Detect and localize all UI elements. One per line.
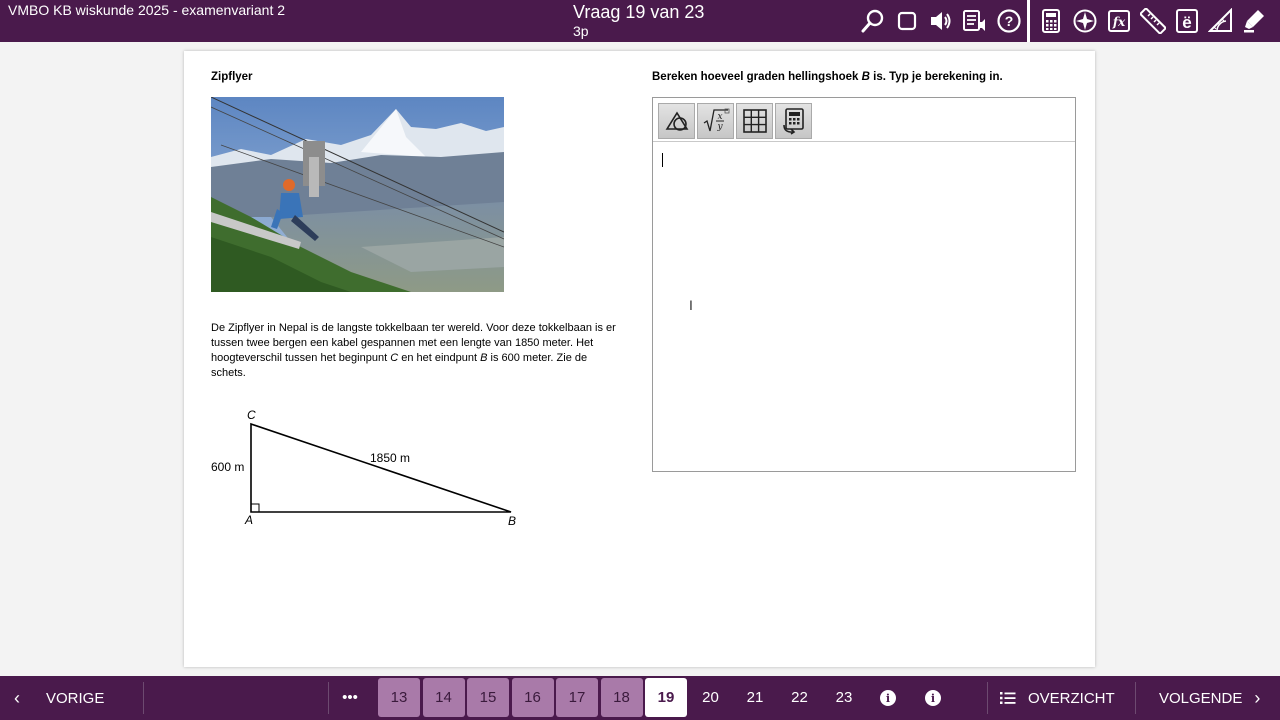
editor-toolbar: xy: [653, 98, 1075, 142]
overview-button[interactable]: OVERZICHT: [1000, 676, 1115, 720]
label-c: C: [247, 408, 256, 422]
list-icon: [1000, 692, 1016, 704]
question-pill-13[interactable]: 13: [378, 678, 420, 717]
context-title: Zipflyer: [211, 71, 253, 83]
triangle-shape: [250, 422, 512, 513]
question-pill-17[interactable]: 17: [556, 678, 598, 717]
previous-label: VORIGE: [46, 689, 105, 707]
point-c-ref: C: [390, 352, 399, 364]
chevron-right-icon: ›: [1254, 687, 1261, 708]
answer-editor: xy I: [652, 97, 1076, 472]
nav-divider: [1135, 682, 1136, 714]
svg-text:fx: fx: [1112, 15, 1126, 29]
calculator-paste-icon[interactable]: [775, 103, 812, 139]
next-label: VOLGENDE: [1159, 689, 1243, 707]
svg-text:ë: ë: [1182, 13, 1191, 32]
question-pill-20[interactable]: 20: [690, 678, 732, 717]
speaker-icon[interactable]: [924, 4, 958, 38]
info-icon[interactable]: i: [925, 690, 941, 706]
top-bar: VMBO KB wiskunde 2025 - examenvariant 2 …: [0, 0, 1280, 42]
overview-label: OVERZICHT: [1028, 689, 1115, 707]
side-ac-length: 600 m: [211, 460, 245, 474]
next-button[interactable]: VOLGENDE ›: [1159, 676, 1260, 720]
compass-icon[interactable]: [1068, 4, 1102, 38]
question-pill-18[interactable]: 18: [600, 678, 643, 717]
right-angle-marker: [250, 503, 260, 513]
bottom-nav: ‹ VORIGE ••• 13 14 15 16 17 18 19 20 21 22 23 i i …: [0, 676, 1280, 720]
character-icon[interactable]: ë: [1170, 4, 1204, 38]
question-pill-23[interactable]: 23: [823, 678, 865, 717]
question-text-part: is. Typ je berekening in.: [869, 71, 1003, 83]
stop-icon[interactable]: [890, 4, 924, 38]
text-caret: [662, 153, 663, 167]
triangle-sketch: C A B 600 m 1850 m: [208, 406, 528, 531]
chevron-left-icon: ‹: [14, 687, 20, 708]
help-icon[interactable]: ?: [992, 4, 1026, 38]
previous-button[interactable]: ‹ VORIGE: [14, 676, 104, 720]
question-title: Vraag 19 van 23: [573, 2, 705, 22]
toolbar-right: fx ë: [1034, 0, 1272, 42]
label-a: A: [245, 513, 254, 527]
exam-title: VMBO KB wiskunde 2025 - examenvariant 2: [8, 2, 286, 18]
context-text: De Zipflyer in Nepal is de langste tokke…: [211, 321, 621, 381]
search-icon[interactable]: [856, 4, 890, 38]
question-text: Bereken hoeveel graden hellingshoek B is…: [652, 71, 1003, 83]
svg-text:?: ?: [1005, 13, 1014, 29]
toolbar-left: ?: [856, 0, 1026, 42]
nav-divider: [143, 682, 144, 714]
answer-input[interactable]: [653, 143, 1075, 471]
ruler-icon[interactable]: [1136, 4, 1170, 38]
question-pill-21[interactable]: 21: [734, 678, 776, 717]
nav-divider: [987, 682, 988, 714]
question-pill-19[interactable]: 19: [645, 678, 687, 717]
highlighter-icon[interactable]: [1238, 4, 1272, 38]
label-b: B: [508, 514, 517, 528]
table-icon[interactable]: [736, 103, 773, 139]
question-pill-22[interactable]: 22: [779, 678, 821, 717]
protractor-icon[interactable]: [1204, 4, 1238, 38]
side-cb-length: 1850 m: [370, 451, 411, 465]
context-text-part: en het eindpunt: [398, 352, 481, 364]
geometry-icon[interactable]: [658, 103, 695, 139]
question-pill-15[interactable]: 15: [467, 678, 509, 717]
formula-editor-icon[interactable]: xy: [697, 103, 734, 139]
info-icon[interactable]: i: [880, 690, 896, 706]
question-points: 3p: [573, 23, 589, 39]
formula-icon[interactable]: fx: [1102, 4, 1136, 38]
read-aloud-icon[interactable]: [958, 4, 992, 38]
more-questions-button[interactable]: •••: [329, 678, 371, 717]
calculator-icon[interactable]: [1034, 4, 1068, 38]
angle-b-ref: B: [861, 71, 870, 83]
question-pill-16[interactable]: 16: [511, 678, 554, 717]
zipflyer-photo: [211, 97, 504, 292]
text-cursor-icon: I: [689, 297, 693, 313]
question-text-part: Bereken hoeveel graden hellingshoek: [652, 71, 862, 83]
question-pill-14[interactable]: 14: [422, 678, 465, 717]
toolbar-divider: [1027, 0, 1030, 42]
svg-text:y: y: [716, 122, 723, 132]
question-card: Zipflyer De Zipflyer in Nepal is de lang…: [184, 51, 1095, 667]
